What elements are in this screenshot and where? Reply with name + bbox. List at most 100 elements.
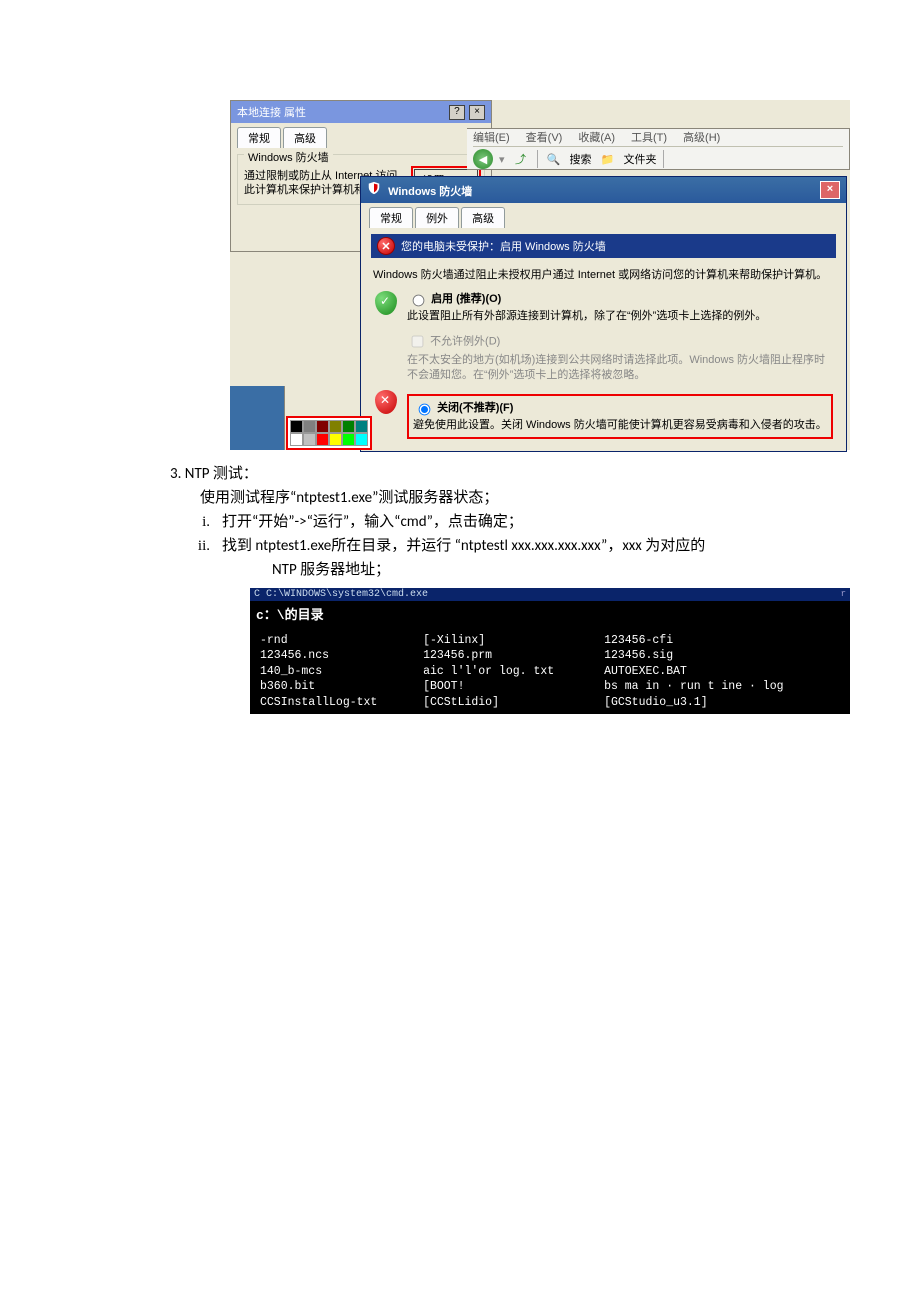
help-button[interactable]: ?	[449, 105, 465, 120]
cmd-titlebar: C C:\WINDOWS\system32\cmd.exe r	[250, 588, 850, 601]
firewall-intro: Windows 防火墙通过阻止未授权用户通过 Internet 或网络访问您的计…	[373, 268, 834, 283]
opt-off-section: 关闭(不推荐)(F) 避免使用此设置。关闭 Windows 防火墙可能使计算机更…	[373, 390, 834, 439]
cmd-title-r: r	[841, 589, 846, 600]
list-marker-ii: ii.	[190, 534, 210, 582]
folders-label[interactable]: 文件夹	[624, 151, 657, 167]
shield-green-icon	[375, 291, 397, 315]
palette-swatch[interactable]	[303, 433, 316, 446]
search-icon[interactable]: 🔍	[544, 149, 564, 169]
opt-on-desc: 此设置阻止所有外部源连接到计算机，除了在“例外”选项卡上选择的例外。	[407, 309, 834, 324]
cmd-cell: aic l'l'or log. txt	[419, 664, 600, 680]
back-icon[interactable]: ◀	[473, 149, 493, 169]
palette-swatch[interactable]	[342, 433, 355, 446]
folders-icon[interactable]: 📁	[598, 149, 618, 169]
tab-general[interactable]: 常规	[237, 127, 281, 148]
cmd-cell: 123456.ncs	[256, 648, 419, 664]
cmd-cell: -rnd	[256, 633, 419, 649]
alert-bar: ✕ 您的电脑未受保护：启用 Windows 防火墙	[371, 234, 836, 258]
back-sep: ▾	[499, 153, 505, 166]
cmd-cell: 140_b-mcs	[256, 664, 419, 680]
cmd-row: -rnd[-Xilinx]123456-cfi	[256, 633, 844, 649]
firewall-dialog: Windows 防火墙 × 常规 例外 高级 ✕ 您的电脑未受保护：启用 Win…	[360, 176, 847, 452]
fw-tab-advanced[interactable]: 高级	[461, 207, 505, 228]
firewall-title-text: Windows 防火墙	[388, 186, 472, 198]
cmd-cell: b360.bit	[256, 679, 419, 695]
menu-edit[interactable]: 编辑(E)	[473, 129, 510, 145]
alert-icon: ✕	[377, 237, 395, 255]
palette-swatch[interactable]	[316, 433, 329, 446]
screenshot-stack: 本地连接 属性 ? × 常规 高级 Windows 防火墙 通过限制或防止从 I…	[230, 100, 830, 450]
menu-tools[interactable]: 工具(T)	[631, 129, 667, 145]
cmd-cell: [CCStLidio]	[419, 695, 600, 711]
cmd-cell: 123456.sig	[600, 648, 844, 664]
cmd-header: c：\的目录	[256, 607, 844, 633]
step-i-text: 打开“开始”->“运行”，输入“cmd”，点击确定；	[222, 510, 840, 534]
explorer-toolbar: 编辑(E) 查看(V) 收藏(A) 工具(T) 高级(H) ◀ ▾ ⤴ 🔍 搜索…	[467, 128, 850, 170]
cmd-row: CCSInstallLog-txt[CCStLidio][GCStudio_u3…	[256, 695, 844, 711]
cmd-cell: 123456-cfi	[600, 633, 844, 649]
opt-noexc-checkbox	[412, 335, 424, 347]
body-text: 3. NTP 测试： 使用测试程序“ntptest1.exe”测试服务器状态； …	[80, 462, 840, 582]
section-heading: 3. NTP 测试：	[170, 462, 840, 486]
up-icon[interactable]: ⤴	[511, 149, 531, 169]
opt-off-radio[interactable]: 关闭(不推荐)(F)	[413, 400, 827, 416]
close-button[interactable]: ×	[469, 105, 485, 120]
menu-fav[interactable]: 收藏(A)	[578, 129, 615, 145]
cmd-listing-table: -rnd[-Xilinx]123456-cfi123456.ncs123456.…	[256, 633, 844, 711]
cmd-cell: [-Xilinx]	[419, 633, 600, 649]
menu-view[interactable]: 查看(V)	[526, 129, 563, 145]
groupbox-title: Windows 防火墙	[244, 149, 333, 165]
opt-on-section: 启用 (推荐)(O) 此设置阻止所有外部源连接到计算机，除了在“例外”选项卡上选…	[373, 291, 834, 383]
palette-swatch[interactable]	[355, 420, 368, 433]
opt-on-label: 启用 (推荐)(O)	[431, 293, 501, 305]
palette-swatch[interactable]	[290, 420, 303, 433]
cmd-cell: CCSInstallLog-txt	[256, 695, 419, 711]
opt-noexc-label: 不允许例外(D)	[430, 335, 500, 347]
palette-swatch[interactable]	[316, 420, 329, 433]
fw-tab-general[interactable]: 常规	[369, 207, 413, 228]
shield-red-icon	[375, 390, 397, 414]
step-ii-text-2: NTP 服务器地址；	[272, 561, 390, 579]
palette-swatch[interactable]	[342, 420, 355, 433]
cmd-row: 140_b-mcsaic l'l'or log. txtAUTOEXEC.BAT	[256, 664, 844, 680]
palette-swatch[interactable]	[329, 433, 342, 446]
cmd-cell: [GCStudio_u3.1]	[600, 695, 844, 711]
palette-swatch[interactable]	[355, 433, 368, 446]
opt-noexc-desc: 在不太安全的地方(如机场)连接到公共网络时请选择此项。Windows 防火墙阻止…	[407, 353, 834, 383]
opt-off-label: 关闭(不推荐)(F)	[437, 402, 513, 414]
menu-adv[interactable]: 高级(H)	[683, 129, 720, 145]
cmd-cell: AUTOEXEC.BAT	[600, 664, 844, 680]
list-marker-i: i.	[190, 510, 210, 534]
titlebar-local: 本地连接 属性 ? ×	[231, 101, 491, 123]
opt-on-radio[interactable]: 启用 (推荐)(O)	[407, 291, 834, 307]
palette-swatch[interactable]	[290, 433, 303, 446]
separator	[663, 150, 664, 168]
firewall-titlebar: Windows 防火墙 ×	[361, 177, 846, 203]
opt-off-highlight: 关闭(不推荐)(F) 避免使用此设置。关闭 Windows 防火墙可能使计算机更…	[407, 394, 833, 439]
tabs-local: 常规 高级	[231, 123, 491, 148]
titlebar-buttons: ? ×	[448, 105, 485, 120]
intro-line: 使用测试程序“ntptest1.exe”测试服务器状态；	[200, 486, 840, 510]
fw-tab-exceptions[interactable]: 例外	[415, 207, 459, 228]
step-ii-text-1: 找到 ntptest1.exe所在目录，并运行 “ntptestl xxx.xx…	[222, 537, 705, 555]
color-palette	[286, 416, 372, 450]
firewall-tabs: 常规 例外 高级	[361, 203, 846, 228]
alert-text: 您的电脑未受保护：启用 Windows 防火墙	[401, 238, 606, 254]
cmd-cell: [BOOT!	[419, 679, 600, 695]
shield-icon	[367, 181, 381, 195]
palette-swatch[interactable]	[329, 420, 342, 433]
opt-on-radio-input[interactable]	[413, 294, 425, 306]
cmd-row: 123456.ncs123456.prm123456.sig	[256, 648, 844, 664]
tab-advanced[interactable]: 高级	[283, 127, 327, 148]
palette-swatch[interactable]	[303, 420, 316, 433]
search-label[interactable]: 搜索	[570, 151, 592, 167]
title-text: 本地连接 属性	[237, 104, 306, 120]
cmd-window: C C:\WINDOWS\system32\cmd.exe r c：\的目录 -…	[250, 588, 850, 714]
opt-off-radio-input[interactable]	[419, 404, 431, 416]
opt-off-desc: 避免使用此设置。关闭 Windows 防火墙可能使计算机更容易受病毒和入侵者的攻…	[413, 418, 827, 433]
opt-noexc-check: 不允许例外(D)	[407, 332, 834, 351]
separator	[537, 150, 538, 168]
cmd-cell: 123456.prm	[419, 648, 600, 664]
explorer-bg	[230, 386, 285, 450]
firewall-close-button[interactable]: ×	[820, 181, 840, 199]
